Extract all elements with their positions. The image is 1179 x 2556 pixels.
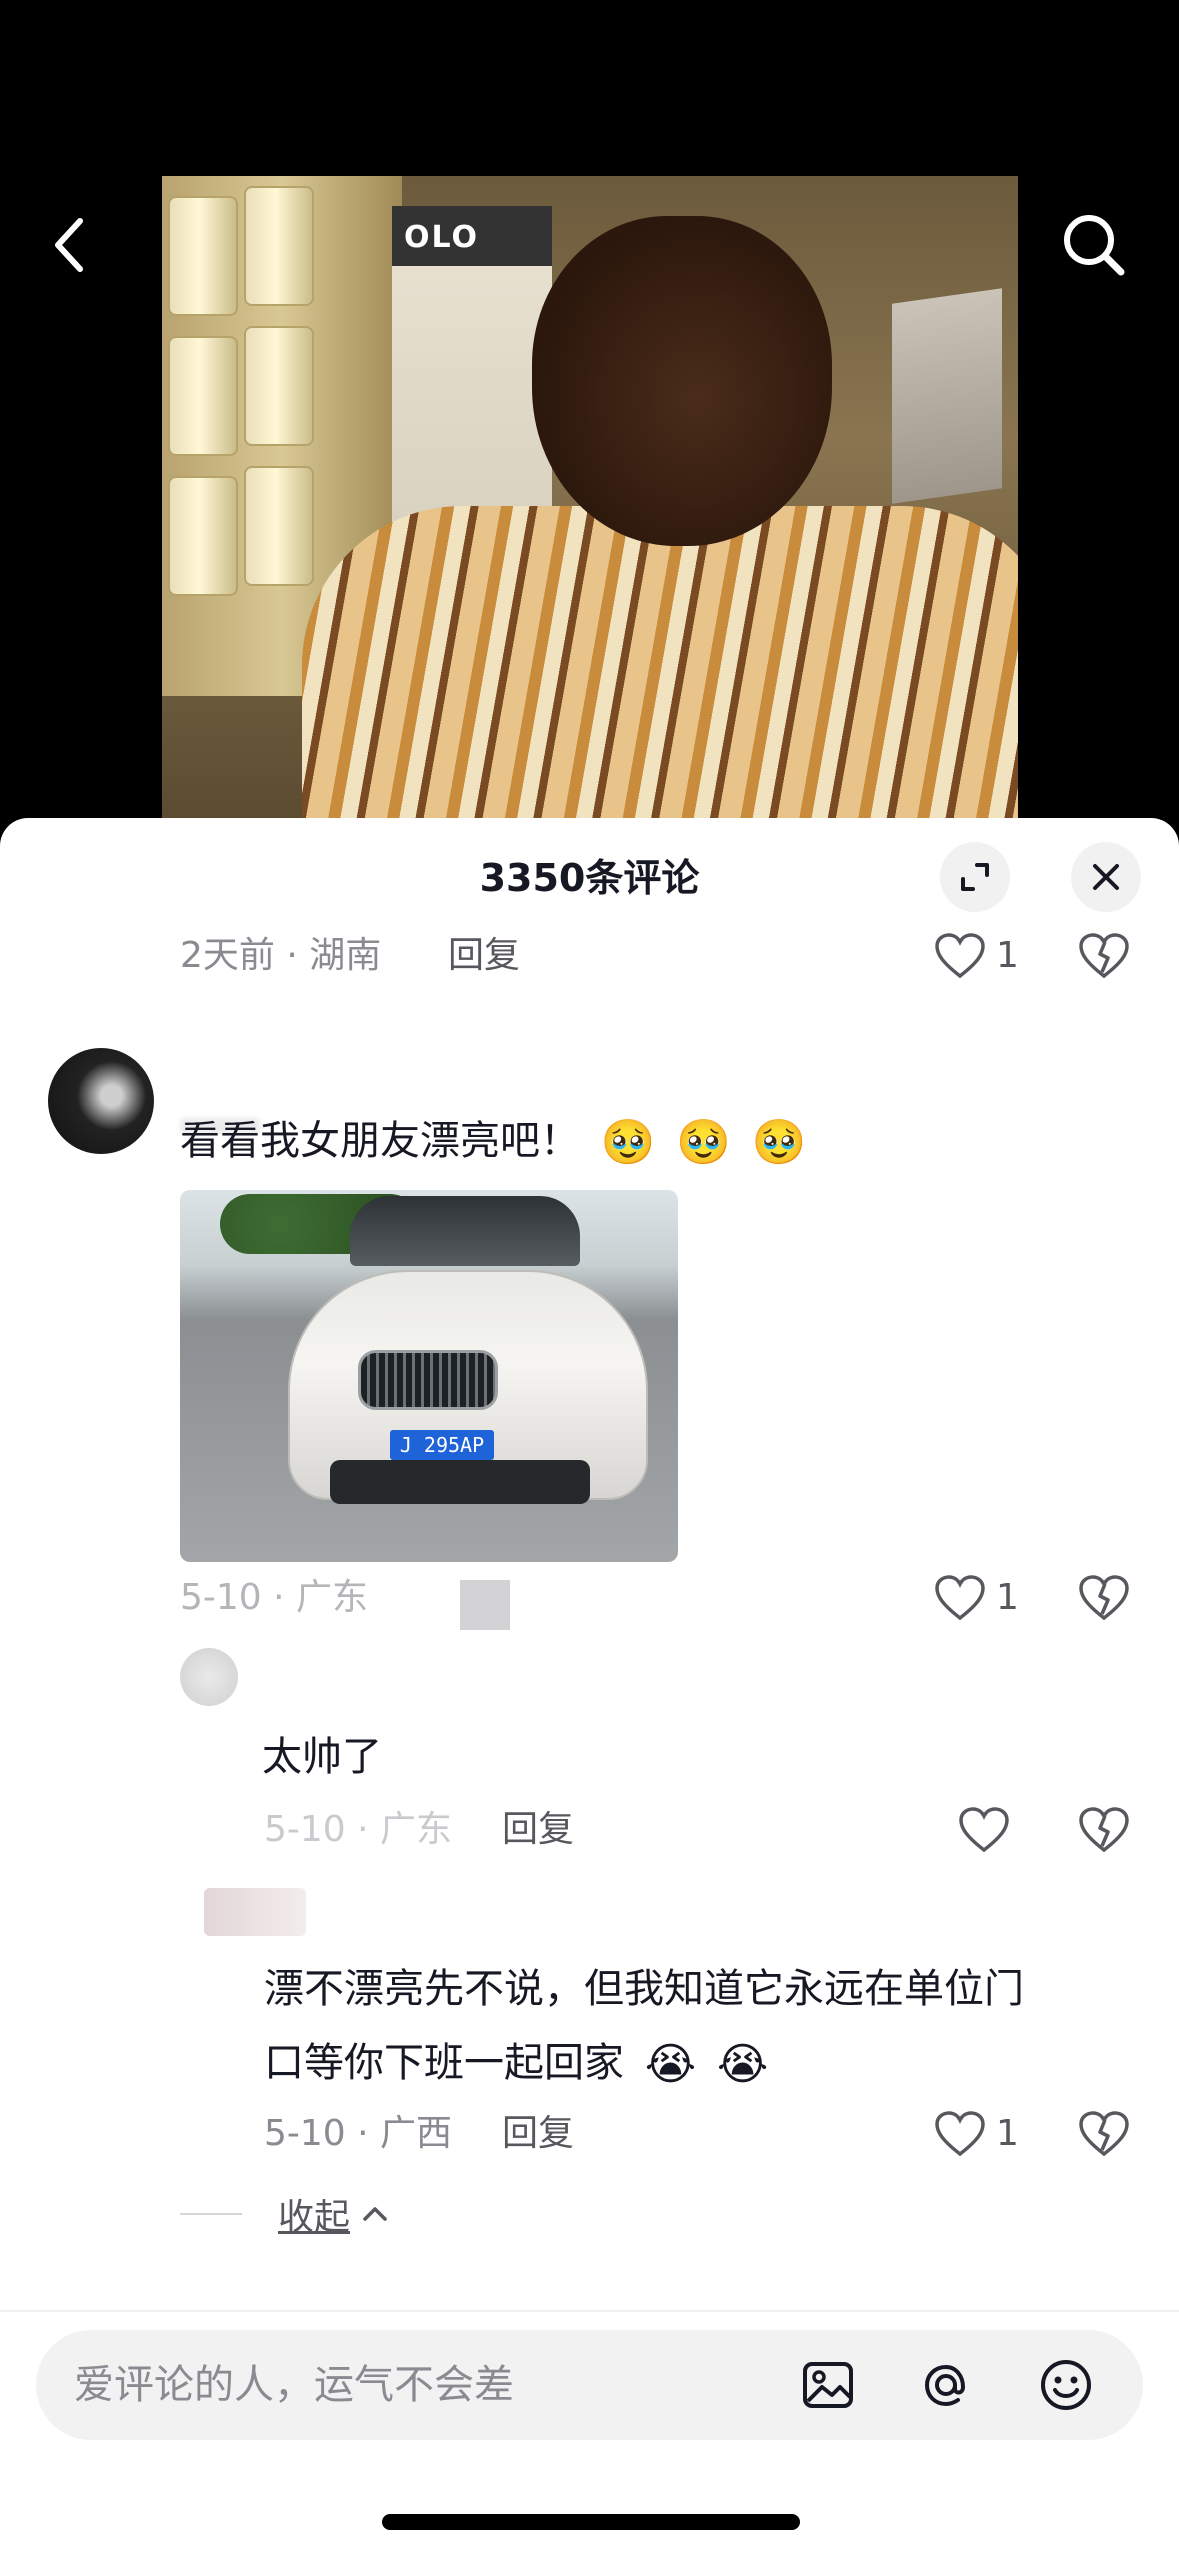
like-count: 1 [996,1577,1019,1618]
expand-button[interactable] [940,842,1010,912]
close-button[interactable] [1071,842,1141,912]
main-comment-meta-row: 5-10 · 广东 1 [0,1568,1179,1630]
collapse-replies-button[interactable]: 收起 [180,2184,390,2244]
can-image [168,476,238,596]
car-bumper-image [330,1460,590,1504]
like-count: 1 [996,2113,1019,2154]
broken-heart-icon[interactable] [1078,930,1130,982]
can-image [244,326,314,446]
search-button[interactable] [1054,205,1134,285]
poster-image: OLO [392,206,552,546]
comment-text: 看看我女朋友漂亮吧！ 🥹 🥹 🥹 [180,1104,807,1180]
prev-comment-meta-row: 2天前 · 湖南 回复 1 [0,926,1179,986]
chevron-up-icon [363,2207,387,2221]
like-count: 1 [996,935,1019,976]
avatar[interactable] [180,1648,238,1706]
reply-text-line: 口等你下班一起回家 [264,2040,624,2086]
reply-meta-row: 5-10 · 广西 回复 1 [0,2104,1179,2164]
emoji: 🥹 [600,1117,656,1168]
comment-meta: 2天前 · 湖南 [180,935,382,976]
emoji-icon[interactable] [1038,2357,1094,2413]
license-plate: J 295AP [390,1430,494,1460]
heart-icon[interactable] [934,932,986,980]
emoji: 😭 [716,2039,769,2090]
reply-text-line: 漂不漂亮先不说，但我知道它永远在单位门 [264,1966,1024,2012]
back-button[interactable] [30,205,110,285]
person-head-image [532,216,832,546]
reply-button[interactable]: 回复 [502,2104,574,2164]
can-image [168,336,238,456]
reply-button-obscured[interactable] [460,1580,510,1630]
emoji: 😭 [644,2039,697,2090]
reply-button[interactable]: 回复 [448,926,520,986]
reply-text-line-2: 口等你下班一起回家 😭 😭 [264,2026,1024,2102]
image-icon[interactable] [800,2357,856,2413]
comment-input[interactable]: 爱评论的人，运气不会差 [36,2330,1143,2440]
reply-text: 太帅了 [262,1734,382,1780]
divider [180,2213,242,2215]
avatar[interactable] [204,1888,306,1936]
comment-input-placeholder: 爱评论的人，运气不会差 [74,2362,514,2408]
comment-meta: 5-10 · 广东 [264,1809,453,1850]
broken-heart-icon[interactable] [1078,2108,1130,2160]
broken-heart-icon[interactable] [1078,1572,1130,1624]
video-area[interactable]: OLO [0,0,1179,830]
comment-meta: 5-10 · 广西 [264,2113,453,2154]
avatar[interactable] [48,1048,154,1154]
expand-icon [961,863,989,891]
emoji: 🥹 [676,1117,732,1168]
video-frame[interactable]: OLO [162,176,1018,830]
comment-text-body: 看看我女朋友漂亮吧！ [180,1118,580,1164]
comment-image-car[interactable]: J 295AP [180,1190,678,1562]
person-body-image [302,506,1018,830]
heart-icon[interactable] [958,1806,1010,1854]
reply-meta-row: 5-10 · 广东 回复 [0,1800,1179,1860]
home-indicator[interactable] [382,2514,800,2530]
collapse-label: 收起 [278,2197,351,2238]
poster-text: OLO [404,220,480,255]
comment-meta: 5-10 · 广东 [180,1577,369,1618]
at-mention-icon[interactable] [918,2357,974,2413]
box-image [892,288,1002,504]
car-windshield-image [350,1196,580,1266]
close-icon [1093,864,1119,890]
heart-icon[interactable] [934,2110,986,2158]
can-image [244,466,314,586]
can-image [244,186,314,306]
can-image [168,196,238,316]
chevron-left-icon [55,218,83,272]
emoji: 🥹 [751,1117,807,1168]
search-icon [1064,215,1125,276]
reply-text: 漂不漂亮先不说，但我知道它永远在单位门 口等你下班一起回家 😭 😭 [264,1952,1024,2102]
comment-sheet: 3350条评论 [0,818,1179,2556]
heart-icon[interactable] [934,1574,986,1622]
reply-button[interactable]: 回复 [502,1800,574,1860]
car-grille-image [358,1350,498,1410]
broken-heart-icon[interactable] [1078,1804,1130,1856]
